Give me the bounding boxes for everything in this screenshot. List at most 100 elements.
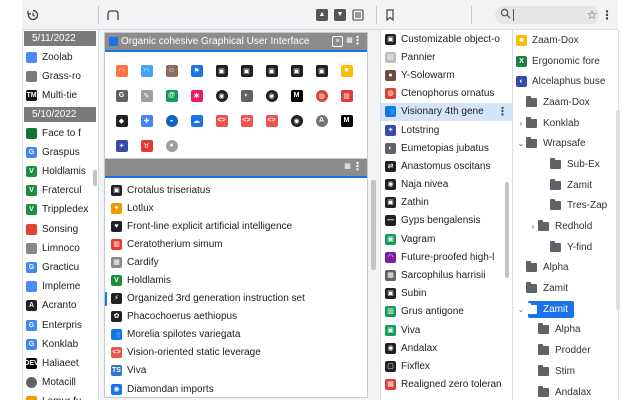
tab-favicon-cell[interactable]: ▣ [259, 58, 284, 83]
bookmark-folder[interactable]: Y-find [512, 237, 618, 258]
tab-favicon-cell[interactable]: @ [159, 83, 184, 108]
bookmark-folder[interactable]: Stim [512, 361, 618, 382]
history-item[interactable]: Limnoco [22, 239, 98, 258]
bookmark-folder[interactable]: › Redhold [512, 216, 618, 237]
tab-favicon-cell[interactable]: ◐ [234, 83, 259, 108]
tab-favicon-cell[interactable]: <> [234, 108, 259, 133]
bookmark-folder[interactable]: Andalax [512, 382, 618, 400]
window-header[interactable]: ▦ ⋮ [105, 159, 367, 176]
tab-list-item[interactable]: ▣ Zathin [380, 194, 512, 212]
tab-favicon-cell[interactable]: ◉ [209, 83, 234, 108]
tab-favicon-cell[interactable]: ✱ [184, 83, 209, 108]
history-item[interactable]: Impleme [22, 277, 98, 296]
bookmark-folder[interactable]: › Konklab [512, 113, 618, 134]
window-list-icon[interactable] [351, 8, 365, 22]
history-item[interactable]: Face to f [22, 124, 98, 143]
tab-item[interactable]: ♥ Lotlux [105, 199, 367, 217]
tab-favicon-cell[interactable]: ☺ [159, 58, 184, 83]
bookmark-outline-icon[interactable] [383, 8, 397, 22]
window-list-view-icon[interactable]: ≡ [332, 36, 343, 47]
tab-favicon-cell[interactable]: ◠ [109, 58, 134, 83]
tab-favicon-cell[interactable]: ✎ [134, 83, 159, 108]
star-icon[interactable]: ☆ [585, 8, 599, 22]
tab-favicon-cell[interactable]: <> [209, 108, 234, 133]
tab-item[interactable]: ♥ Front-line explicit artificial intellig… [105, 217, 367, 235]
bookmark-folder[interactable]: Sub-Ex [512, 154, 618, 175]
history-item[interactable]: Grass-ro [22, 67, 98, 86]
history-item[interactable]: TM Multi-tie [22, 86, 98, 105]
history-item[interactable]: V Trippledex [22, 200, 98, 219]
chevron-right-icon[interactable]: › [528, 222, 538, 231]
tab-favicon-cell[interactable]: ◠ [134, 58, 159, 83]
tab-list-item[interactable]: ▣ Viva [380, 321, 512, 339]
tab-list-item[interactable]: ⇄ Anastomus oscitans [380, 157, 512, 175]
bookmark-folder[interactable]: Zaam-Dox [512, 92, 618, 113]
history-item[interactable]: G Gracticu [22, 258, 98, 277]
tab-list-item[interactable]: — Gyps bengalensis [380, 212, 512, 230]
history-item[interactable]: DEV Haliaeet [22, 354, 98, 373]
tab-favicon-cell[interactable]: ▥ [334, 83, 359, 108]
history-item[interactable]: A Acranto [22, 296, 98, 315]
tab-list-item[interactable]: ▦ Sarcophilus harrisii [380, 266, 512, 284]
bookmark-item[interactable]: X Ergonomic fore [512, 51, 618, 72]
tab-favicon-cell[interactable]: ◉ [259, 83, 284, 108]
tab-item[interactable]: ▣ Crotalus triseriatus [105, 181, 367, 199]
bookmark-folder[interactable]: Alpha [512, 320, 618, 341]
tab-favicon-cell[interactable]: ● [159, 133, 184, 158]
tab-list-item[interactable]: ◠ Future-proofed high-l [380, 248, 512, 266]
history-item[interactable]: G Konklab [22, 335, 98, 354]
tab-favicon-cell[interactable]: ▣ [209, 58, 234, 83]
history-item[interactable]: G Enterpris [22, 315, 98, 334]
tab-list-item[interactable]: ▦ Realigned zero toleran [380, 376, 512, 394]
history-item[interactable]: G Graspus [22, 143, 98, 162]
tab-list-item[interactable]: ● Y-Solowarm [380, 66, 512, 84]
bookmark-folder[interactable]: Zamit [512, 175, 618, 196]
tabs-scrollbar[interactable] [371, 180, 376, 270]
history-item[interactable]: Sonsing [22, 220, 98, 239]
tab-favicon-cell[interactable]: ◆ [109, 108, 134, 133]
history-scrollbar[interactable] [93, 170, 97, 186]
tab-list-item[interactable]: ▤ Pannier [380, 48, 512, 66]
tab-favicon-cell[interactable]: ☁ [184, 108, 209, 133]
tab-favicon-cell[interactable]: ✦ [109, 133, 134, 158]
more-vertical-icon[interactable]: ⋮ [600, 8, 614, 22]
tab-favicon-cell[interactable]: ◉ [284, 108, 309, 133]
tab-list-item[interactable]: ▢ Fixflex [380, 357, 512, 375]
history-item[interactable]: V Fratercul [22, 181, 98, 200]
tab-favicon-cell[interactable]: ▣ [234, 58, 259, 83]
bookmark-item[interactable]: ◐ Alcelaphus buse [512, 71, 618, 92]
collapse-all-button[interactable]: ▲ [316, 9, 328, 21]
history-item[interactable]: Lemur fu [22, 392, 98, 400]
chevron-down-icon[interactable]: ⌄ [516, 305, 526, 314]
tab-outline-icon[interactable] [106, 8, 120, 22]
tab-favicon-cell[interactable]: ⚑ [184, 58, 209, 83]
tab-item[interactable]: V Holdlamis [105, 271, 367, 289]
tab-favicon-cell[interactable]: ◍ [309, 83, 334, 108]
tab-favicon-cell[interactable]: G [109, 83, 134, 108]
tab-item[interactable]: ▦ Cardify [105, 253, 367, 271]
tab-list-item[interactable]: 👥 Visionary 4th gene ⋮ [380, 102, 512, 121]
tab-list-item[interactable]: ◉ Andalax [380, 339, 512, 357]
window-more-icon[interactable]: ⋮ [352, 33, 363, 50]
row-more-icon[interactable]: ⋮ [497, 105, 508, 118]
bookmark-folder[interactable]: Alpha [512, 258, 618, 279]
tab-list-item[interactable]: ◐ Eumetopias jubatus [380, 139, 512, 157]
tab-favicon-cell[interactable]: M [284, 83, 309, 108]
bookmark-item[interactable]: ■ Zaam-Dox [512, 30, 618, 51]
tab-favicon-cell[interactable]: ♉ [134, 133, 159, 158]
tab-favicon-cell[interactable]: M [334, 108, 359, 133]
expand-all-button[interactable]: ▼ [334, 9, 346, 21]
tab-favicon-cell[interactable]: ▣ [309, 58, 334, 83]
window-more-icon[interactable]: ⋮ [352, 159, 363, 176]
tab-favicon-cell[interactable]: ◒ [159, 108, 184, 133]
search-input[interactable] [495, 6, 599, 24]
tab-list-scrollbar[interactable] [505, 182, 509, 278]
tab-item[interactable]: ▥ Ceratotherium simum [105, 235, 367, 253]
bookmark-folder[interactable]: Prodder [512, 340, 618, 361]
bookmark-folder[interactable]: ⌄ Zamit [512, 299, 618, 320]
tab-list-item[interactable]: ▣ Customizable object-o [380, 30, 512, 48]
window-header[interactable]: Organic cohesive Graphical User Interfac… [105, 33, 367, 50]
tab-item[interactable]: 👥 Morelia spilotes variegata [105, 326, 367, 344]
tab-item[interactable]: ◉ Diamondan imports [105, 380, 367, 397]
tab-favicon-cell[interactable]: <> [259, 108, 284, 133]
